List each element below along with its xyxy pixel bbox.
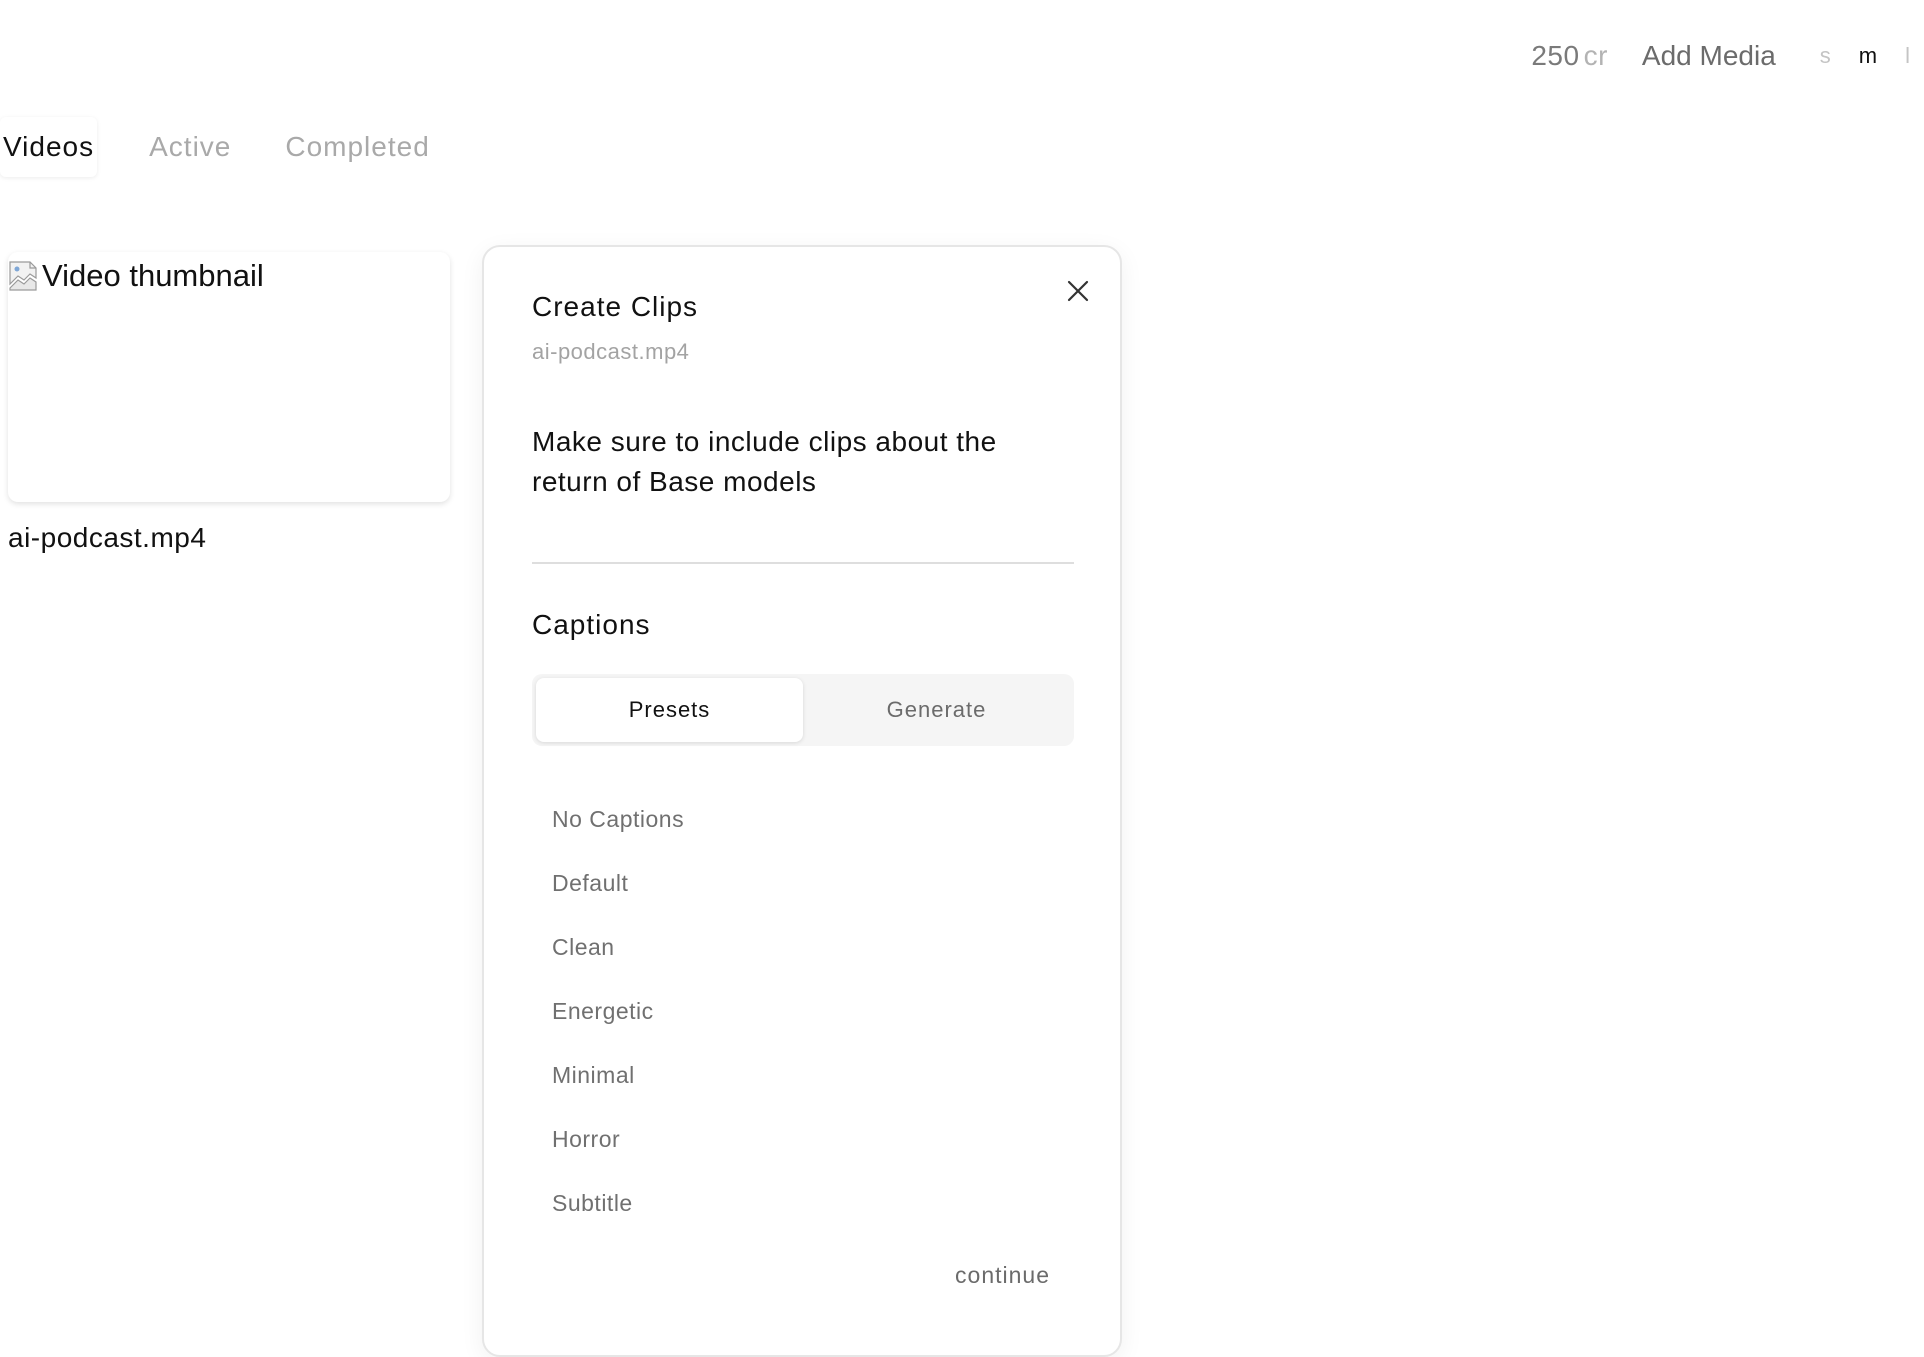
captions-mode-toggle: Presets Generate xyxy=(532,674,1074,746)
tab-videos[interactable]: Videos xyxy=(0,117,97,177)
add-media-button[interactable]: Add Media xyxy=(1642,40,1776,72)
close-icon xyxy=(1067,280,1089,302)
preset-clean[interactable]: Clean xyxy=(532,915,1074,979)
credits-value: 250 xyxy=(1531,40,1580,71)
size-option-m[interactable]: m xyxy=(1845,43,1891,69)
tab-bar: Videos Active Completed xyxy=(0,117,482,177)
preset-list: No Captions Default Clean Energetic Mini… xyxy=(532,787,1074,1235)
tab-presets[interactable]: Presets xyxy=(536,678,803,742)
tab-generate[interactable]: Generate xyxy=(803,678,1070,742)
video-card[interactable]: Video thumbnail xyxy=(8,252,450,502)
size-option-s[interactable]: s xyxy=(1806,43,1845,69)
captions-heading: Captions xyxy=(532,609,651,640)
tab-active[interactable]: Active xyxy=(147,121,233,173)
credits-display: 250 cr xyxy=(1531,40,1608,72)
size-toggle: s m l xyxy=(1806,43,1924,69)
preset-default[interactable]: Default xyxy=(532,851,1074,915)
tab-completed[interactable]: Completed xyxy=(283,121,431,173)
close-button[interactable] xyxy=(1058,271,1098,311)
modal-subtitle: ai-podcast.mp4 xyxy=(532,339,690,364)
preset-minimal[interactable]: Minimal xyxy=(532,1043,1074,1107)
size-option-l[interactable]: l xyxy=(1891,43,1924,69)
preset-no-captions[interactable]: No Captions xyxy=(532,787,1074,851)
credits-unit: cr xyxy=(1583,40,1608,71)
video-thumbnail: Video thumbnail xyxy=(8,252,450,294)
broken-image-icon xyxy=(8,260,40,292)
prompt-input[interactable]: Make sure to include clips about the ret… xyxy=(532,422,1074,564)
thumbnail-alt-text: Video thumbnail xyxy=(42,258,264,293)
continue-button[interactable]: continue xyxy=(955,1262,1050,1289)
modal-title: Create Clips xyxy=(532,291,699,322)
preset-subtitle[interactable]: Subtitle xyxy=(532,1171,1074,1235)
preset-energetic[interactable]: Energetic xyxy=(532,979,1074,1043)
create-clips-modal: Create Clips ai-podcast.mp4 Make sure to… xyxy=(482,245,1122,1357)
preset-horror[interactable]: Horror xyxy=(532,1107,1074,1171)
video-filename: ai-podcast.mp4 xyxy=(8,522,207,553)
top-bar: 250 cr Add Media s m l xyxy=(1531,32,1924,80)
